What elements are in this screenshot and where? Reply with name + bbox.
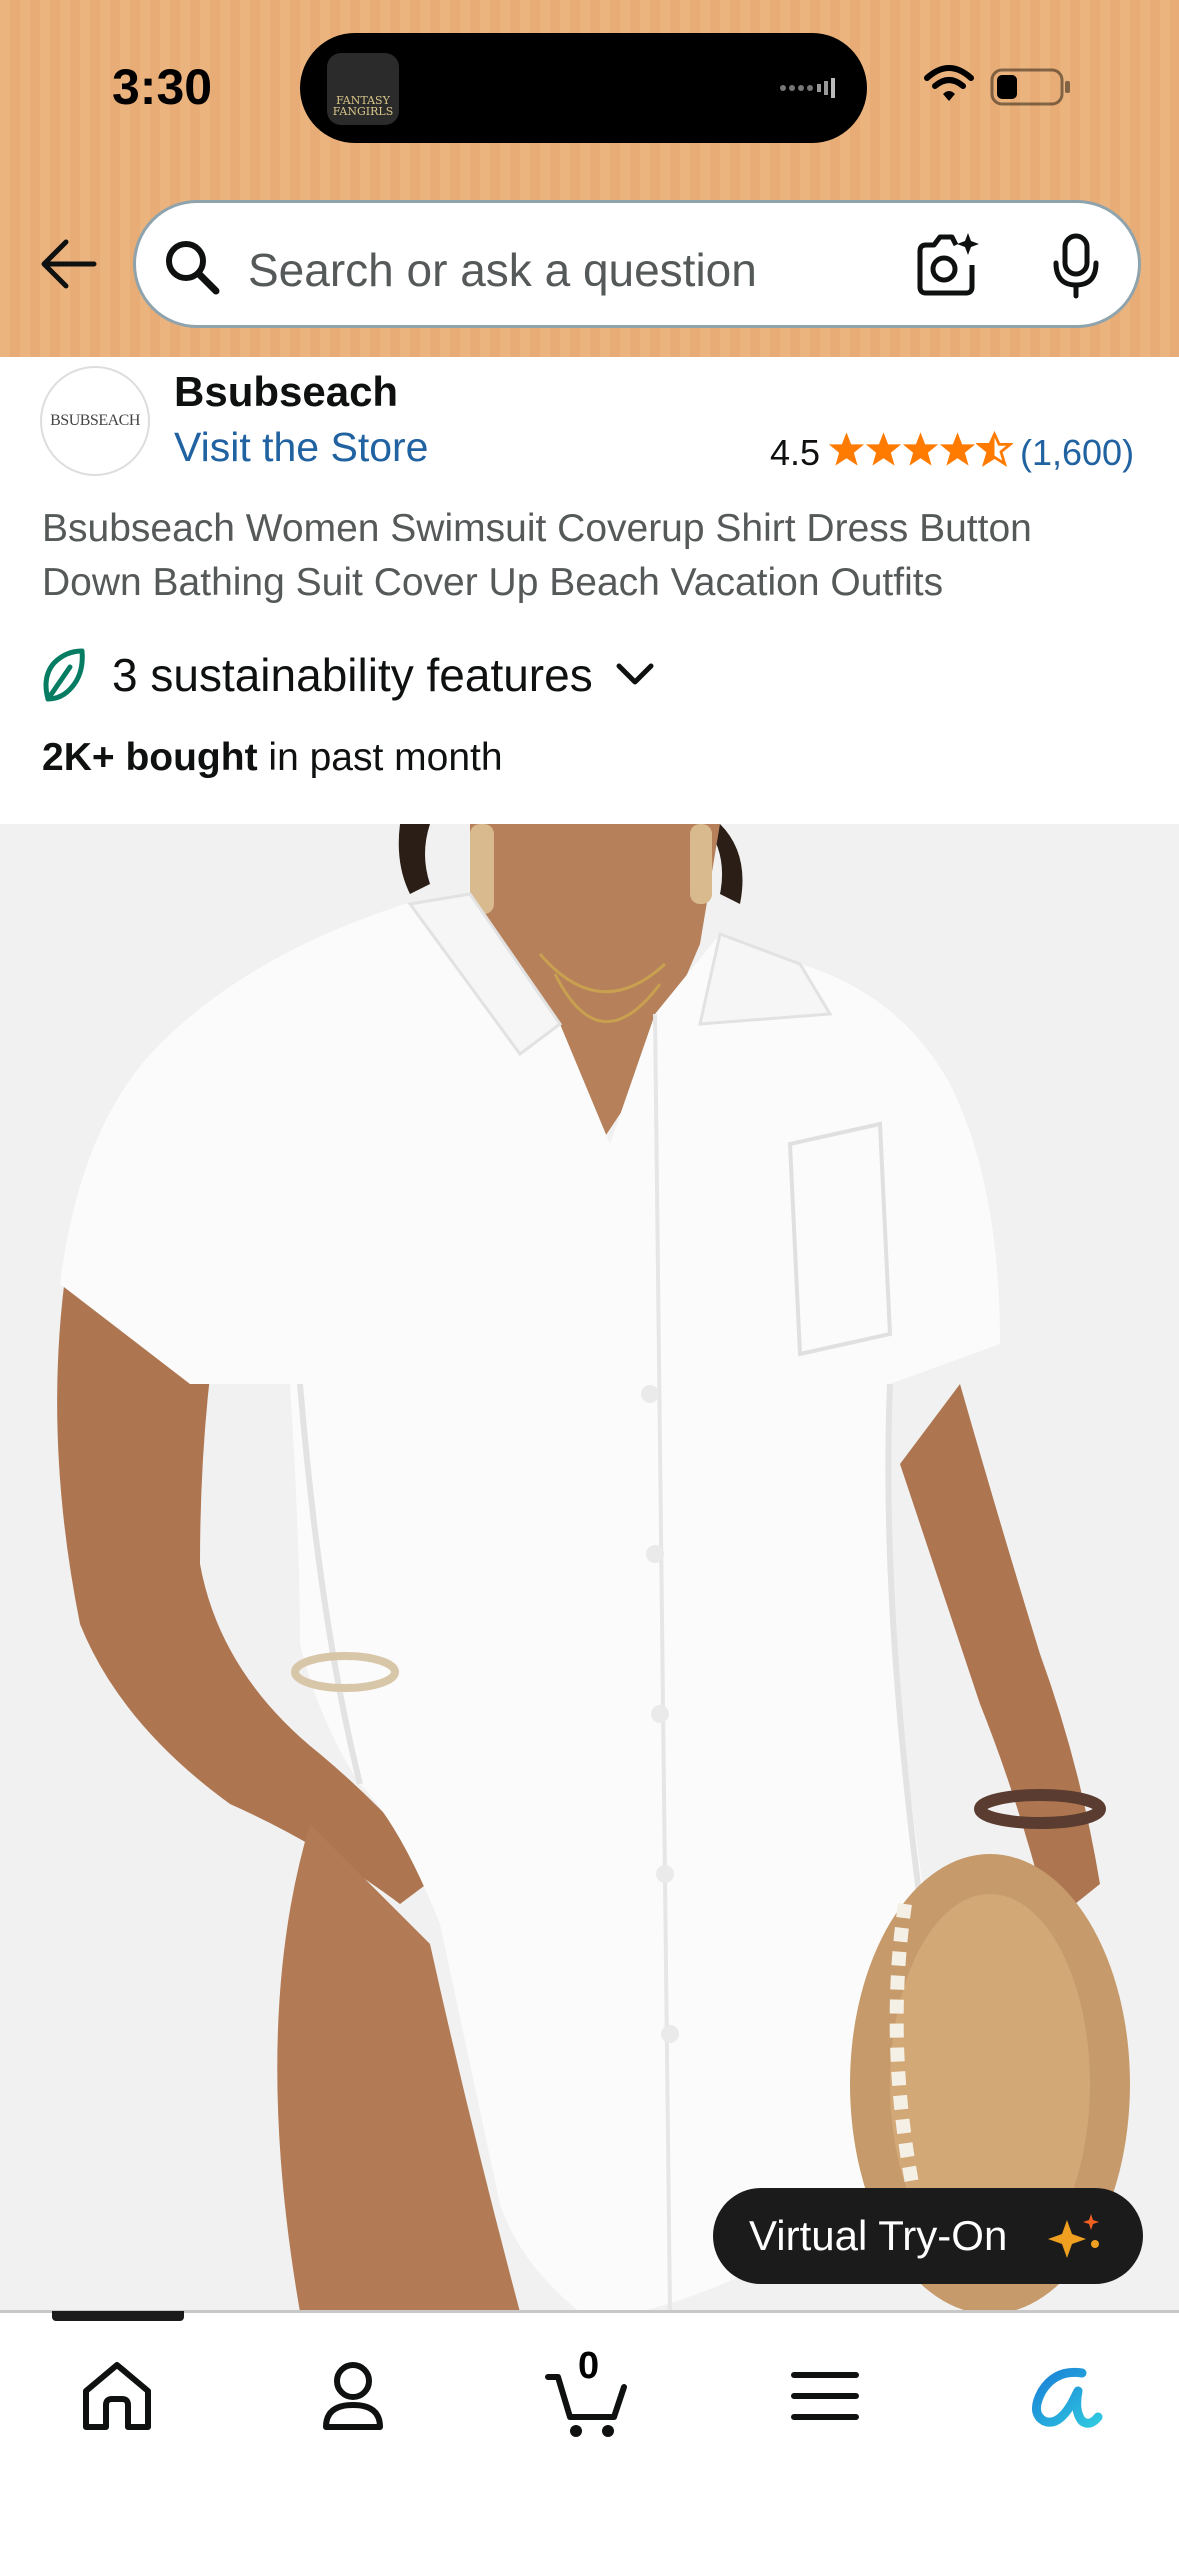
mic-icon[interactable] bbox=[1050, 233, 1102, 299]
sparkle-icon bbox=[1048, 2214, 1099, 2258]
island-app-label: FANTASY FANGIRLS bbox=[332, 94, 394, 118]
star-full-icon bbox=[828, 432, 865, 466]
active-tab-indicator bbox=[52, 2311, 184, 2321]
star-half-icon bbox=[976, 430, 1013, 467]
camera-icon[interactable] bbox=[912, 231, 980, 299]
home-icon[interactable] bbox=[72, 2351, 162, 2441]
star-rating[interactable] bbox=[828, 430, 1014, 470]
cart-count: 0 bbox=[578, 2345, 600, 2387]
virtual-try-on-button[interactable]: Virtual Try-On bbox=[713, 2188, 1143, 2284]
back-arrow-icon[interactable] bbox=[36, 236, 98, 292]
bought-past-month: 2K+ bought in past month bbox=[42, 736, 503, 780]
account-icon[interactable] bbox=[308, 2351, 398, 2441]
product-image[interactable] bbox=[0, 824, 1179, 2312]
bought-suffix: in past month bbox=[257, 736, 503, 779]
island-app-icon: FANTASY FANGIRLS bbox=[327, 53, 399, 125]
star-full-icon bbox=[902, 432, 939, 466]
search-icon bbox=[166, 241, 220, 295]
sustainability-features-toggle[interactable]: 3 sustainability features bbox=[40, 640, 655, 710]
brand-logo[interactable]: BSUBSEACH bbox=[40, 366, 150, 476]
rating-value: 4.5 bbox=[770, 432, 821, 473]
bottom-navigation: 0 bbox=[0, 2310, 1179, 2556]
search-input[interactable]: Search or ask a question bbox=[133, 200, 1141, 328]
chevron-down-icon bbox=[616, 663, 654, 685]
top-header: 3:30 FANTASY FANGIRLS Search or ask a qu… bbox=[0, 0, 1179, 357]
star-full-icon bbox=[939, 432, 976, 466]
visit-store-link[interactable]: Visit the Store bbox=[174, 424, 429, 471]
virtual-try-on-label: Virtual Try-On bbox=[749, 2212, 1008, 2259]
status-time: 3:30 bbox=[112, 59, 213, 115]
bought-count: 2K+ bought bbox=[42, 736, 258, 779]
dynamic-island: FANTASY FANGIRLS bbox=[300, 33, 867, 143]
leaf-icon bbox=[43, 648, 85, 702]
product-title: Bsubseach Women Swimsuit Coverup Shirt D… bbox=[42, 507, 1032, 604]
star-full-icon bbox=[865, 432, 902, 466]
menu-icon[interactable] bbox=[780, 2351, 870, 2441]
rufus-icon[interactable] bbox=[1016, 2351, 1106, 2441]
sustainability-label: 3 sustainability features bbox=[112, 649, 593, 701]
brand-logo-text: BSUBSEACH bbox=[50, 412, 140, 429]
search-placeholder: Search or ask a question bbox=[248, 244, 757, 296]
wifi-icon bbox=[924, 65, 974, 101]
battery-icon bbox=[990, 68, 1070, 106]
product-photo-illustration bbox=[0, 824, 1179, 2312]
brand-name: Bsubseach bbox=[174, 368, 399, 415]
rating-count-link[interactable]: (1,600) bbox=[1020, 432, 1134, 474]
cart-button[interactable]: 0 bbox=[544, 2345, 634, 2441]
island-activity-icon bbox=[780, 78, 835, 98]
